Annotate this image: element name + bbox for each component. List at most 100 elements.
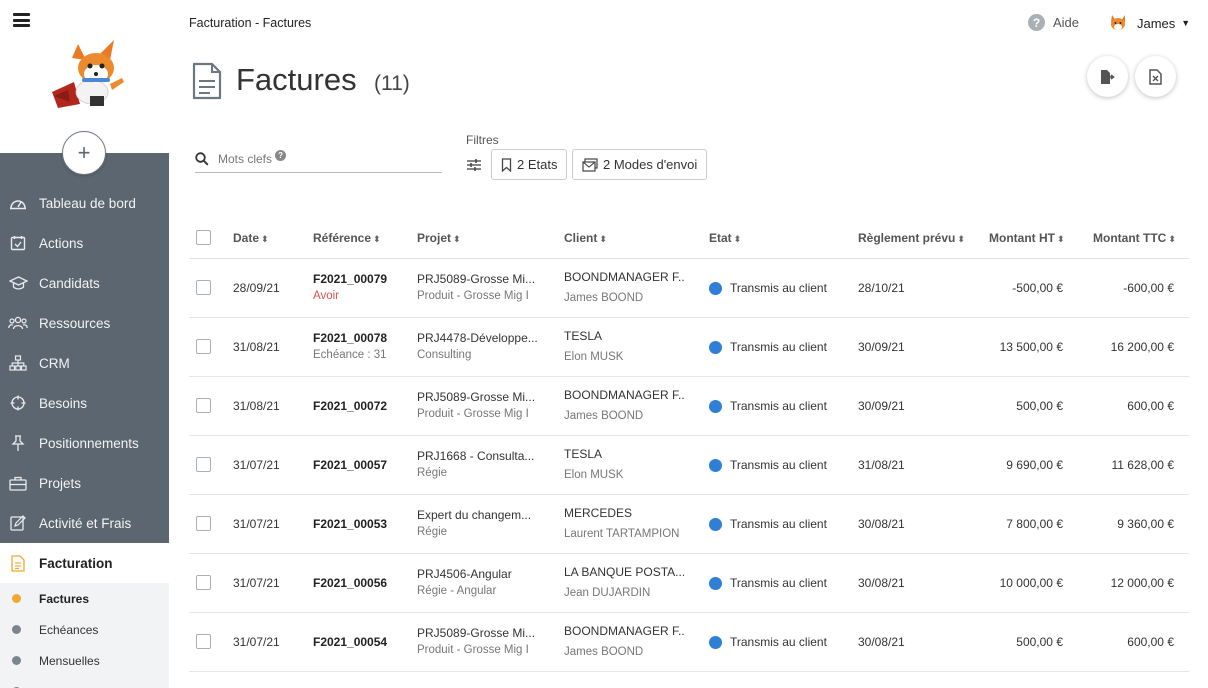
bullet-icon xyxy=(12,594,21,603)
invoice-icon xyxy=(8,553,28,573)
subnav-item-more[interactable] xyxy=(0,676,169,688)
row-checkbox[interactable] xyxy=(196,280,211,295)
filter-chip-modes-envoi[interactable]: 2 Modes d'envoi xyxy=(572,149,708,180)
subnav-item-factures[interactable]: Factures xyxy=(0,583,169,614)
subnav-item-mensuelles[interactable]: Mensuelles xyxy=(0,645,169,676)
briefcase-icon xyxy=(8,473,28,493)
column-header-etat[interactable]: Etat ⬍ xyxy=(709,231,741,245)
sidebar-item-crm[interactable]: CRM xyxy=(0,343,169,383)
cell-client-sub[interactable]: Jean DUJARDIN xyxy=(564,587,682,599)
status-label: Transmis au client xyxy=(730,399,827,413)
table-row[interactable]: 31/07/21 F2021_00053 Expert du changem..… xyxy=(189,495,1189,554)
row-checkbox[interactable] xyxy=(196,457,211,472)
search-field[interactable]: Mots clefs ? xyxy=(195,146,442,173)
column-header-date[interactable]: Date ⬍ xyxy=(233,231,269,245)
sidebar-item-label: Positionnements xyxy=(39,435,139,451)
cell-reference[interactable]: F2021_00078 xyxy=(313,331,387,345)
column-header-montant-ht[interactable]: Montant HT ⬍ xyxy=(989,231,1065,245)
user-menu[interactable]: James ▼ xyxy=(1108,13,1190,33)
cell-client-sub[interactable]: James BOOND xyxy=(564,410,682,422)
column-label: Date xyxy=(233,231,260,245)
column-header-projet[interactable]: Projet ⬍ xyxy=(417,231,461,245)
column-header-client[interactable]: Client ⬍ xyxy=(564,231,607,245)
table-row[interactable]: 31/08/21 F2021_00078 Echéance : 31 PRJ44… xyxy=(189,318,1189,377)
cell-reference[interactable]: F2021_00053 xyxy=(313,517,387,531)
cell-montant-ht: 500,00 € xyxy=(1016,399,1063,413)
table-row[interactable]: 31/07/21 F2021_00057 PRJ1668 - Consulta.… xyxy=(189,436,1189,495)
cell-client-sub[interactable]: James BOOND xyxy=(564,646,682,658)
cell-client[interactable]: LA BANQUE POSTA... xyxy=(564,565,684,579)
cell-reglement: 30/09/21 xyxy=(858,340,905,354)
cell-client-sub[interactable]: Elon MUSK xyxy=(564,351,682,363)
cell-reference[interactable]: F2021_00054 xyxy=(313,635,387,649)
hamburger-menu-icon[interactable] xyxy=(13,13,30,27)
cell-client-sub[interactable]: Laurent TARTAMPION xyxy=(564,528,682,540)
cell-reference-sub: Avoir xyxy=(313,290,339,302)
sidebar-item-facturation[interactable]: Facturation xyxy=(0,543,169,583)
sidebar-item-projets[interactable]: Projets xyxy=(0,463,169,503)
status-dot-icon xyxy=(709,282,722,296)
cell-client[interactable]: BOONDMANAGER F... xyxy=(564,270,684,284)
table-row[interactable]: 31/08/21 F2021_00072 PRJ5089-Grosse Mi..… xyxy=(189,377,1189,436)
sidebar-item-activite-et-frais[interactable]: Activité et Frais xyxy=(0,503,169,543)
sidebar-item-positionnements[interactable]: Positionnements xyxy=(0,423,169,463)
cell-client[interactable]: MERCEDES xyxy=(564,506,684,520)
sliders-icon[interactable] xyxy=(466,158,482,172)
row-checkbox[interactable] xyxy=(196,339,211,354)
filter-chip-etats[interactable]: 2 Etats xyxy=(491,149,568,180)
cell-client-sub[interactable]: James BOOND xyxy=(564,292,682,304)
cell-client-sub[interactable]: Elon MUSK xyxy=(564,469,682,481)
cell-projet[interactable]: PRJ5089-Grosse Mi... xyxy=(417,272,539,286)
column-header-reference[interactable]: Référence ⬍ xyxy=(313,231,381,245)
excel-export-button[interactable] xyxy=(1135,56,1176,97)
subnav-item-echeances[interactable]: Echéances xyxy=(0,614,169,645)
help-link[interactable]: ? Aide xyxy=(1028,14,1079,31)
column-header-reglement[interactable]: Règlement prévu ⬍ xyxy=(858,231,965,245)
table-row[interactable]: 28/09/21 F2021_00079 Avoir PRJ5089-Gross… xyxy=(189,259,1189,318)
table-row[interactable]: 31/07/21 F2021_00054 PRJ5089-Grosse Mi..… xyxy=(189,613,1189,672)
export-button[interactable] xyxy=(1087,56,1128,97)
sidebar-item-besoins[interactable]: Besoins xyxy=(0,383,169,423)
row-checkbox[interactable] xyxy=(196,398,211,413)
question-icon[interactable]: ? xyxy=(275,149,287,161)
add-button[interactable]: + xyxy=(62,131,106,175)
cell-projet[interactable]: Expert du changem... xyxy=(417,508,539,522)
sidebar-item-label: Tableau de bord xyxy=(39,195,136,211)
cell-projet[interactable]: PRJ1668 - Consulta... xyxy=(417,449,539,463)
search-input[interactable]: Mots clefs xyxy=(218,152,272,166)
cell-projet[interactable]: PRJ4506-Angular xyxy=(417,567,539,581)
sort-icon: ⬍ xyxy=(373,234,381,244)
cell-reference[interactable]: F2021_00056 xyxy=(313,576,387,590)
cell-date: 31/08/21 xyxy=(233,340,280,354)
cell-montant-ttc: 600,00 € xyxy=(1127,399,1174,413)
cell-reference[interactable]: F2021_00072 xyxy=(313,399,387,413)
cell-projet[interactable]: PRJ5089-Grosse Mi... xyxy=(417,626,539,640)
user-name: James xyxy=(1137,15,1176,31)
cell-projet[interactable]: PRJ5089-Grosse Mi... xyxy=(417,390,539,404)
edit-icon xyxy=(8,513,28,533)
sort-icon: ⬍ xyxy=(1168,234,1176,244)
cell-date: 31/07/21 xyxy=(233,517,280,531)
cell-projet[interactable]: PRJ4478-Développe... xyxy=(417,331,539,345)
status-label: Transmis au client xyxy=(730,340,827,354)
select-all-checkbox[interactable] xyxy=(196,230,211,245)
row-checkbox[interactable] xyxy=(196,516,211,531)
cell-montant-ttc: -600,00 € xyxy=(1123,281,1174,295)
column-header-montant-ttc[interactable]: Montant TTC ⬍ xyxy=(1093,231,1176,245)
sidebar-item-actions[interactable]: Actions xyxy=(0,223,169,263)
cell-client[interactable]: TESLA xyxy=(564,329,684,343)
row-checkbox[interactable] xyxy=(196,634,211,649)
cell-reference[interactable]: F2021_00057 xyxy=(313,458,387,472)
sidebar-item-candidats[interactable]: Candidats xyxy=(0,263,169,303)
cell-client[interactable]: BOONDMANAGER F... xyxy=(564,388,684,402)
calendar-check-icon xyxy=(8,233,28,253)
row-checkbox[interactable] xyxy=(196,575,211,590)
cell-reference[interactable]: F2021_00079 xyxy=(313,272,387,286)
cell-client[interactable]: TESLA xyxy=(564,447,684,461)
status-dot-icon xyxy=(709,636,722,650)
filter-chip-label: 2 Modes d'envoi xyxy=(603,157,698,172)
sidebar-item-ressources[interactable]: Ressources xyxy=(0,303,169,343)
cell-client[interactable]: BOONDMANAGER F... xyxy=(564,624,684,638)
sidebar-item-tableau-de-bord[interactable]: Tableau de bord xyxy=(0,183,169,223)
table-row[interactable]: 31/07/21 F2021_00056 PRJ4506-Angular Rég… xyxy=(189,554,1189,613)
